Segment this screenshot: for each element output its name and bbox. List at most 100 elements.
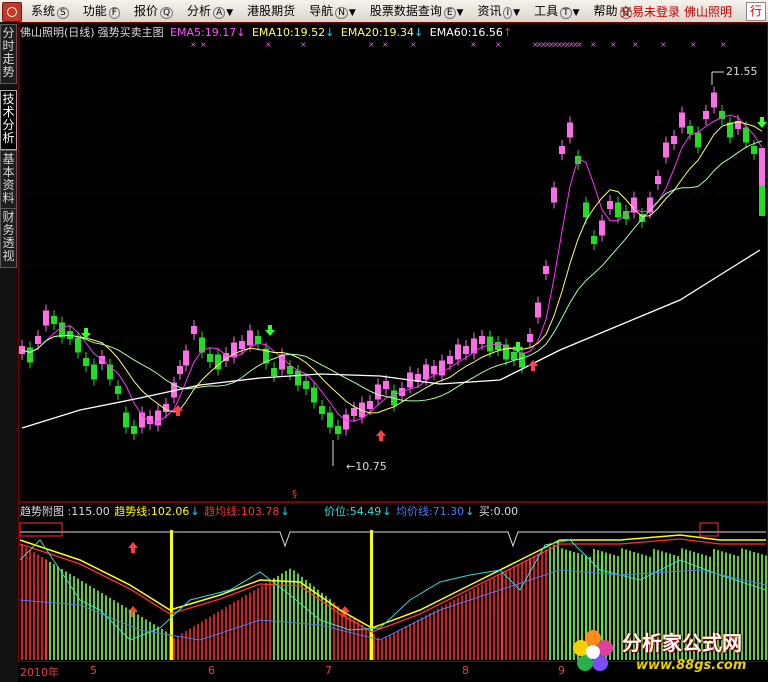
histogram-bar xyxy=(57,566,59,660)
candle xyxy=(479,336,485,344)
histogram-bar xyxy=(21,545,23,660)
ema20-line xyxy=(21,140,763,402)
histogram-bar xyxy=(25,547,27,660)
histogram-bar xyxy=(157,626,159,660)
histogram-bar xyxy=(489,580,491,660)
histogram-bar xyxy=(361,624,363,660)
buy-arrow-icon xyxy=(173,405,183,416)
histogram-bar xyxy=(321,592,323,660)
time-axis-label: 6 xyxy=(208,664,215,677)
signal-marker: × xyxy=(632,40,639,49)
histogram-bar xyxy=(29,549,31,660)
signal-vertical xyxy=(370,530,373,660)
ema5-line xyxy=(21,114,763,424)
candle xyxy=(695,132,701,148)
histogram-bar xyxy=(285,571,287,660)
chart-canvas[interactable]: ××××××××××××× × × × × × × × × × × × × × ×21.55←10.75§ xyxy=(0,0,768,682)
candle xyxy=(91,364,97,380)
candle xyxy=(703,111,709,119)
histogram-bar xyxy=(77,578,79,660)
candle xyxy=(535,302,541,318)
time-axis-label: 9 xyxy=(558,664,565,677)
candle xyxy=(343,414,349,430)
signal-marker: × xyxy=(590,40,597,49)
histogram-bar xyxy=(49,561,51,660)
candle xyxy=(311,387,317,403)
signal-marker: × xyxy=(382,40,389,49)
signal-marker: × xyxy=(660,40,667,49)
candle xyxy=(43,310,49,326)
histogram-bar xyxy=(101,593,103,660)
signal-box xyxy=(699,522,719,537)
candle xyxy=(527,334,533,342)
signal-marker: × xyxy=(200,40,207,49)
signal-marker: × xyxy=(720,40,727,49)
histogram-bar xyxy=(217,611,219,660)
histogram-bar xyxy=(145,619,147,660)
time-axis-label: 8 xyxy=(462,664,469,677)
candle xyxy=(183,350,189,366)
time-axis-label: 5 xyxy=(90,664,97,677)
candle xyxy=(455,344,461,360)
candle xyxy=(431,366,437,374)
histogram-bar xyxy=(257,587,259,660)
histogram-bar xyxy=(201,621,203,660)
histogram-bar xyxy=(521,562,523,660)
candle xyxy=(271,368,277,376)
histogram-bar xyxy=(293,570,295,660)
histogram-bar xyxy=(313,586,315,660)
histogram-bar xyxy=(125,607,127,660)
histogram-bar xyxy=(233,602,235,660)
candle xyxy=(591,236,597,244)
histogram-bar xyxy=(493,577,495,660)
histogram-bar xyxy=(469,591,471,660)
signal-marker: × xyxy=(576,40,583,49)
histogram-bar xyxy=(473,588,475,660)
histogram-bar xyxy=(189,628,191,660)
histogram-bar xyxy=(273,578,275,660)
histogram-bar xyxy=(389,635,391,660)
histogram-bar xyxy=(149,621,151,660)
candle xyxy=(335,426,341,434)
histogram-bar xyxy=(249,592,251,660)
histogram-bar xyxy=(221,609,223,660)
histogram-bar xyxy=(341,608,343,660)
watermark-title: 分析家公式网 xyxy=(622,631,742,655)
candle xyxy=(295,370,301,386)
candle xyxy=(447,356,453,364)
candle xyxy=(75,337,81,353)
candle xyxy=(679,112,685,128)
histogram-bar xyxy=(113,600,115,660)
candle xyxy=(711,92,717,108)
histogram-bar xyxy=(497,575,499,660)
histogram-bar xyxy=(357,621,359,660)
histogram-bar xyxy=(553,544,555,660)
candle xyxy=(511,352,517,360)
histogram-bar xyxy=(381,639,383,660)
candle xyxy=(607,201,613,209)
buy-arrow-icon xyxy=(128,542,138,553)
histogram-bar xyxy=(329,599,331,660)
histogram-bar xyxy=(397,630,399,660)
histogram-bar xyxy=(33,552,35,660)
histogram-bar xyxy=(165,631,167,660)
histogram-bar xyxy=(173,638,175,660)
signal-marker: × xyxy=(690,40,697,49)
time-axis-label: 2010年 xyxy=(20,666,59,679)
candle xyxy=(207,354,213,362)
candle xyxy=(83,358,89,366)
histogram-bar xyxy=(461,595,463,660)
candle xyxy=(303,381,309,389)
candle xyxy=(247,330,253,346)
signal-marker: × xyxy=(190,40,197,49)
candle xyxy=(131,426,137,434)
candle xyxy=(51,316,57,324)
histogram-bar xyxy=(401,628,403,660)
candle xyxy=(351,408,357,416)
histogram-bar xyxy=(549,547,551,660)
histogram-bar xyxy=(277,575,279,660)
signal-marker: × xyxy=(610,40,617,49)
histogram-bar xyxy=(105,595,107,660)
histogram-bar xyxy=(209,616,211,660)
histogram-bar xyxy=(253,590,255,660)
